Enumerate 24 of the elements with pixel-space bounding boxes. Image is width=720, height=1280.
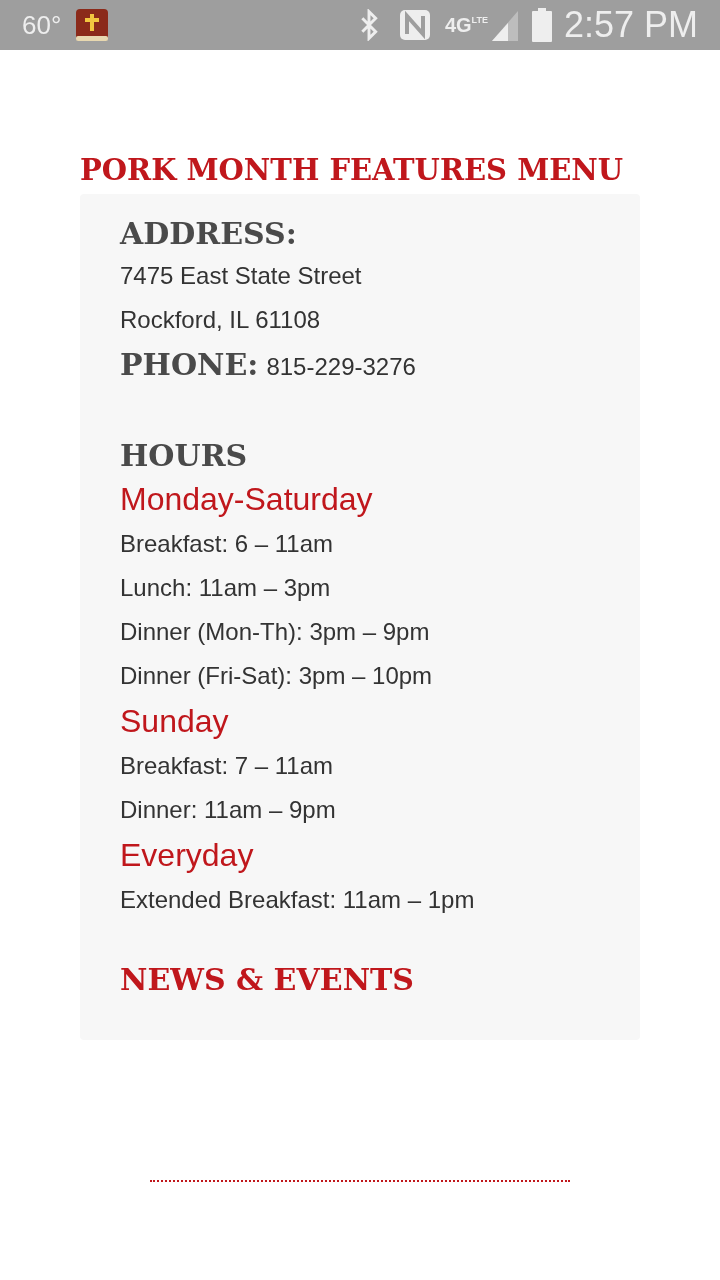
day-heading: Monday-Saturday: [120, 480, 374, 519]
info-text: Extended Breakfast: 11am – 1pm: [120, 885, 476, 915]
temperature: 60°: [22, 8, 62, 42]
news-events-link[interactable]: NEWS & EVENTS: [120, 962, 415, 997]
info-text: Breakfast: 7 – 11am: [120, 751, 334, 781]
clock: 2:57 PM: [563, 3, 698, 47]
nfc-icon: [398, 9, 431, 41]
info-text: Lunch: 11am – 3pm: [120, 573, 332, 603]
book-icon: [75, 8, 110, 42]
page-title: PORK MONTH FEATURES MENU: [80, 152, 625, 189]
phone-number: 815-229-3276: [266, 352, 416, 382]
day-heading: Sunday: [120, 702, 230, 741]
section-heading: HOURS: [120, 437, 249, 475]
info-text: Breakfast: 6 – 11am: [120, 529, 334, 559]
info-text: Rockford, IL 61108: [120, 305, 322, 335]
info-text: Dinner (Fri-Sat): 3pm – 10pm: [120, 661, 434, 691]
info-text: 7475 East State Street: [120, 261, 363, 291]
battery-icon: [531, 8, 552, 42]
section-heading: ADDRESS:: [120, 215, 298, 253]
signal-icon: [489, 9, 520, 41]
day-heading: Everyday: [120, 836, 255, 875]
phone-label: PHONE:: [120, 346, 259, 384]
info-text: Dinner: 11am – 9pm: [120, 795, 337, 825]
info-text: Dinner (Mon-Th): 3pm – 9pm: [120, 617, 431, 647]
